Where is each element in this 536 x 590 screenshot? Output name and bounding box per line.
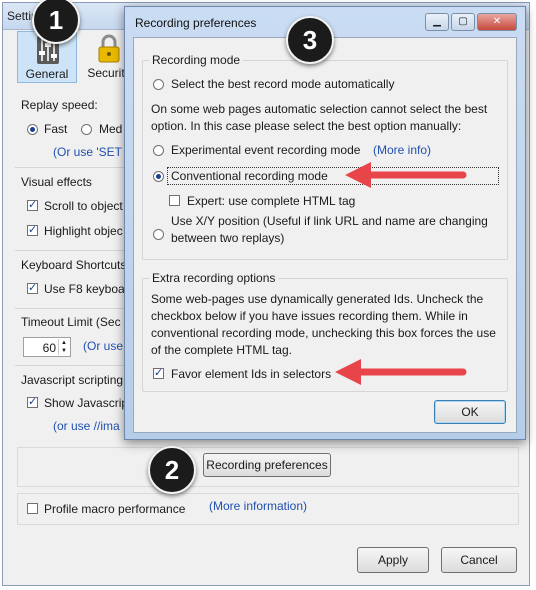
expert-html-tag-checkbox[interactable] xyxy=(169,195,180,206)
scroll-to-object-checkbox[interactable] xyxy=(27,198,38,211)
xy-position-line2: between two replays) xyxy=(171,231,285,245)
conventional-mode-radio[interactable] xyxy=(153,171,164,182)
maximize-icon[interactable]: ▢ xyxy=(451,13,475,31)
highlight-object-checkbox[interactable] xyxy=(27,223,38,236)
favor-ids-label: Favor element Ids in selectors xyxy=(171,367,332,381)
recording-preferences-button[interactable]: Recording preferences xyxy=(203,453,331,477)
extra-text-line2: checkbox below if you have issues record… xyxy=(151,309,468,323)
timeout-value: 60 xyxy=(42,341,56,355)
xy-position-line1: Use X/Y position (Useful if link URL and… xyxy=(171,214,488,228)
profile-macro-checkbox[interactable] xyxy=(27,503,38,514)
mode-note-line2: option. In this case please select the b… xyxy=(151,119,462,133)
profile-macro-label: Profile macro performance xyxy=(44,502,186,516)
mode-note-line1: On some web pages automatic selection ca… xyxy=(151,102,488,116)
lock-icon xyxy=(98,34,120,63)
conventional-mode-label: Conventional recording mode xyxy=(171,169,328,183)
extra-options-legend: Extra recording options xyxy=(149,271,279,285)
timeout-spinner[interactable]: 60 ▲ ▼ xyxy=(23,337,71,357)
favor-ids-checkbox[interactable] xyxy=(153,366,164,379)
arrow-favor-ids-icon xyxy=(335,359,467,385)
replay-fast-label: Fast xyxy=(44,122,68,136)
replay-fast-radio[interactable] xyxy=(27,124,38,135)
replay-medium-radio[interactable] xyxy=(81,124,92,135)
visual-effects-label: Visual effects xyxy=(21,175,92,189)
show-javascript-checkbox[interactable] xyxy=(27,395,38,408)
scroll-to-object-label: Scroll to object xyxy=(44,199,123,213)
toolbar-general-label: General xyxy=(25,67,69,81)
show-javascript-label: Show Javascrip xyxy=(44,396,129,410)
dialog-title: Recording preferences xyxy=(135,16,257,30)
auto-mode-label: Select the best record mode automaticall… xyxy=(171,77,395,91)
replay-medium-label: Med xyxy=(99,122,123,136)
keyboard-shortcuts-label: Keyboard Shortcuts xyxy=(21,258,127,272)
more-information-link[interactable]: (More information) xyxy=(209,499,307,513)
arrow-conventional-icon xyxy=(345,162,467,188)
experimental-mode-radio[interactable] xyxy=(153,145,164,156)
apply-button[interactable]: Apply xyxy=(357,547,429,573)
replay-speed-label: Replay speed: xyxy=(21,98,98,112)
use-f8-label: Use F8 keyboar xyxy=(44,282,129,296)
cancel-button[interactable]: Cancel xyxy=(441,547,517,573)
expert-html-tag-label: Expert: use complete HTML tag xyxy=(187,194,356,208)
timeout-hint: (Or use ' xyxy=(83,339,129,353)
javascript-hint: (or use //ima xyxy=(53,419,120,433)
minimize-icon[interactable]: ▁ xyxy=(425,13,449,31)
close-icon[interactable]: ✕ xyxy=(477,13,517,31)
spinner-arrows-icon[interactable]: ▲ ▼ xyxy=(58,339,69,355)
more-info-link[interactable]: (More info) xyxy=(373,143,431,157)
extra-text-line4: of the complete HTML tag. xyxy=(151,343,292,357)
use-f8-checkbox[interactable] xyxy=(27,281,38,294)
experimental-mode-label: Experimental event recording mode xyxy=(171,143,361,157)
replay-speed-hint: (Or use 'SET ! xyxy=(53,145,129,159)
highlight-object-label: Highlight objec xyxy=(44,224,123,238)
recording-mode-legend: Recording mode xyxy=(149,53,244,67)
xy-position-radio[interactable] xyxy=(153,229,164,240)
step-badge-2: 2 xyxy=(148,446,196,494)
extra-text-line1: Some web-pages use dynamically generated… xyxy=(151,292,484,306)
timeout-label: Timeout Limit (Sec xyxy=(21,315,121,329)
auto-mode-radio[interactable] xyxy=(153,79,164,90)
extra-text-line3: conventional recording mode, unchecking … xyxy=(151,326,496,340)
javascript-label: Javascript scripting xyxy=(21,373,124,387)
ok-button[interactable]: OK xyxy=(434,400,506,424)
step-badge-3: 3 xyxy=(286,16,334,64)
